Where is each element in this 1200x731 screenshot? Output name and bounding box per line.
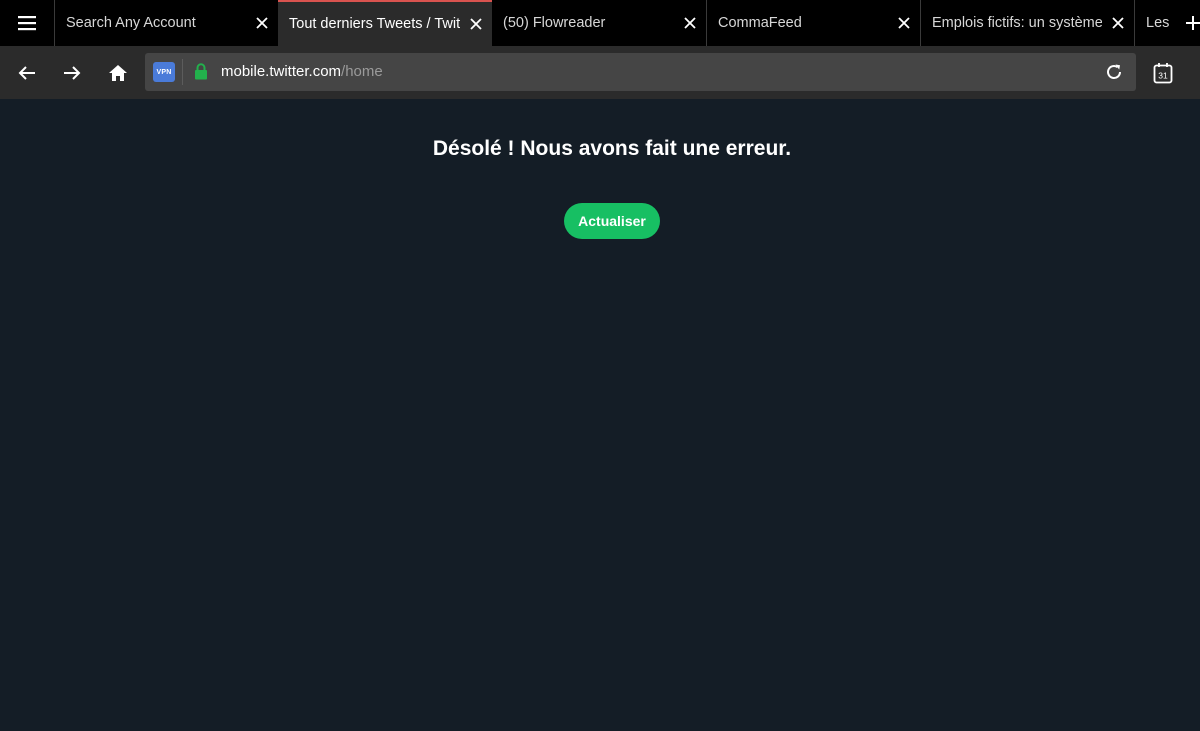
lock-icon[interactable] (194, 63, 208, 80)
arrow-left-icon (18, 65, 35, 80)
tab-label: Emplois fictifs: un système (932, 15, 1102, 31)
close-icon (470, 18, 482, 30)
close-icon (898, 17, 910, 29)
tab-tout-derniers-tweets[interactable]: Tout derniers Tweets / Twitter (278, 0, 492, 46)
tab-search-any-account[interactable]: Search Any Account (54, 0, 278, 46)
browser-window: Search Any Account Tout derniers Tweets … (0, 0, 1200, 731)
arrow-right-icon (64, 65, 81, 80)
tab-switcher-button[interactable]: 31 (1148, 46, 1178, 99)
reload-button[interactable] (1100, 58, 1128, 86)
tab-emplois-fictifs[interactable]: Emplois fictifs: un système (920, 0, 1134, 46)
tab-label: (50) Flowreader (503, 15, 606, 31)
tab-label: Search Any Account (66, 15, 196, 31)
tab-close-button[interactable] (1102, 0, 1134, 46)
tab-close-button[interactable] (674, 0, 706, 46)
back-button[interactable] (7, 46, 47, 99)
vpn-badge[interactable]: VPN (153, 62, 175, 82)
new-tab-button[interactable] (1186, 0, 1200, 46)
hamburger-menu-icon (18, 16, 36, 31)
forward-button[interactable] (52, 46, 92, 99)
url-text[interactable]: mobile.twitter.com/home (221, 63, 383, 81)
tab-flowreader[interactable]: (50) Flowreader (492, 0, 706, 46)
home-icon (109, 64, 127, 81)
tab-switcher-icon: 31 (1153, 62, 1173, 83)
address-bar[interactable]: VPN mobile.twitter.com/home (145, 53, 1136, 91)
address-bar-divider (182, 59, 183, 85)
plus-icon (1186, 16, 1200, 30)
refresh-button[interactable]: Actualiser (564, 203, 660, 239)
reload-icon (1107, 64, 1121, 79)
tab-close-button[interactable] (246, 0, 278, 46)
error-message: Désolé ! Nous avons fait une erreur. (432, 137, 792, 160)
close-icon (256, 17, 268, 29)
page-content: Désolé ! Nous avons fait une erreur. Act… (0, 99, 1200, 731)
url-host: mobile.twitter.com (221, 63, 342, 80)
tab-strip: Search Any Account Tout derniers Tweets … (0, 0, 1200, 46)
browser-toolbar: VPN mobile.twitter.com/home 31 (0, 46, 1200, 99)
tab-close-button[interactable] (460, 1, 492, 46)
tab-label: Tout derniers Tweets / Twitter (289, 16, 460, 32)
tab-close-button[interactable] (888, 0, 920, 46)
tab-commafeed[interactable]: CommaFeed (706, 0, 920, 46)
close-icon (1112, 17, 1124, 29)
tab-label: CommaFeed (718, 15, 802, 31)
tab-count: 31 (1158, 70, 1168, 80)
home-button[interactable] (98, 46, 138, 99)
url-path: /home (341, 63, 383, 80)
menu-button[interactable] (0, 0, 54, 46)
close-icon (684, 17, 696, 29)
